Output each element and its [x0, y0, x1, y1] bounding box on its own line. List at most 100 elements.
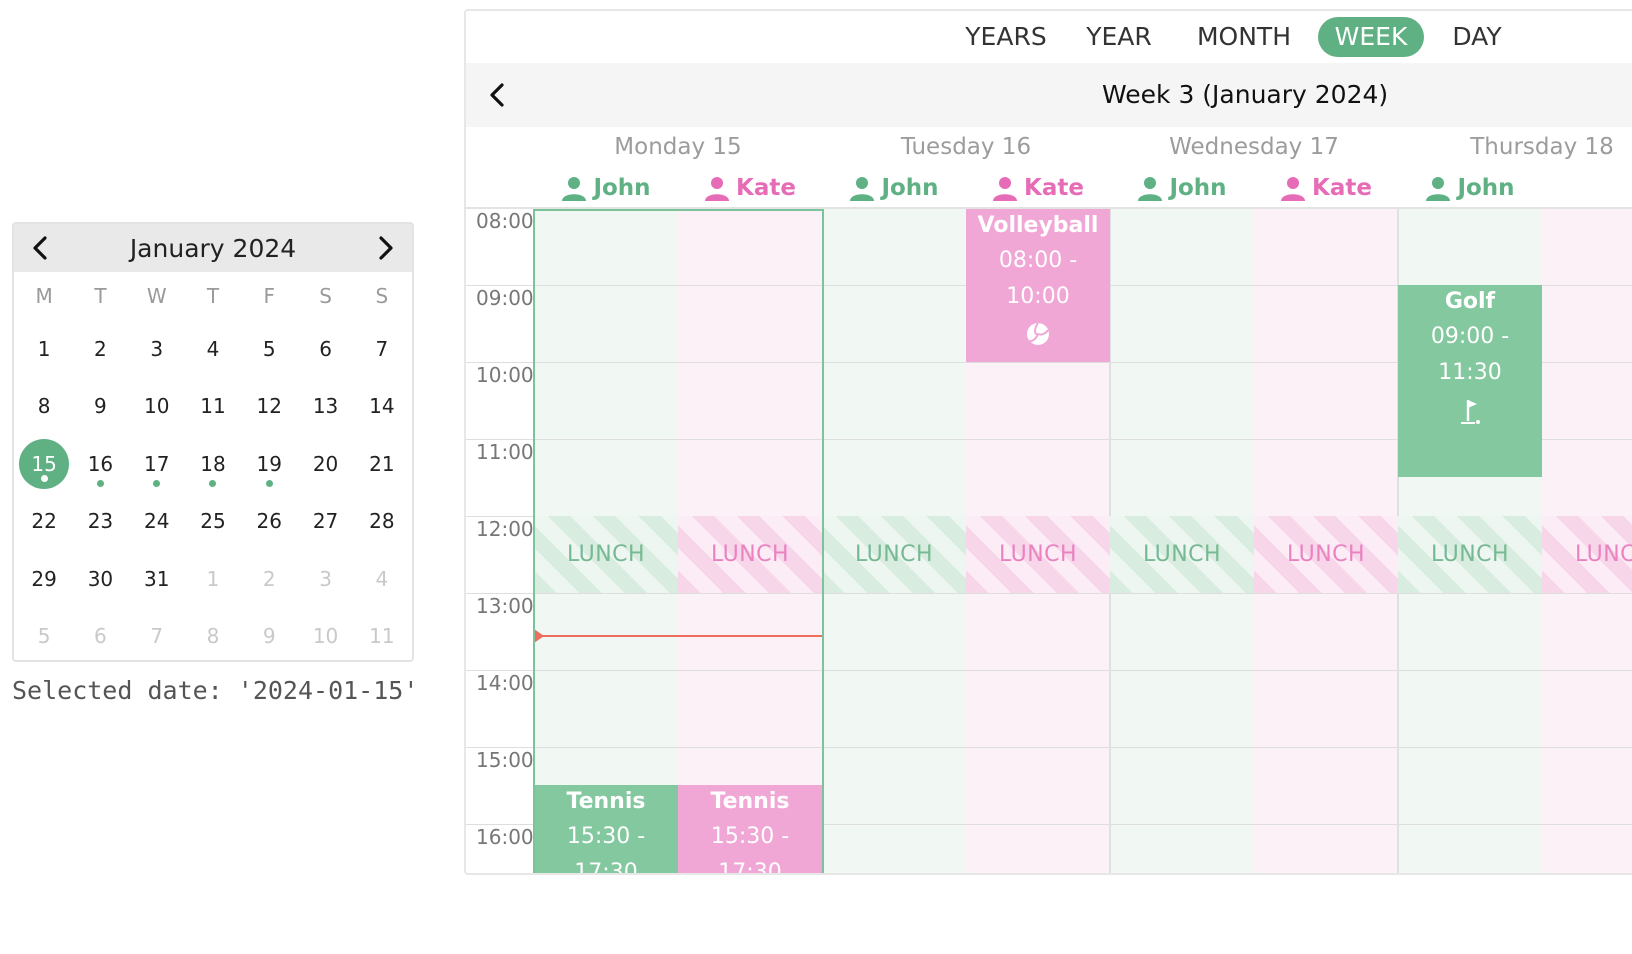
mini-calendar-day[interactable]: 31: [129, 550, 185, 608]
mini-calendar-day[interactable]: 30: [72, 550, 128, 608]
mini-calendar-day[interactable]: 7: [354, 320, 410, 378]
time-label: 13:00: [476, 594, 534, 618]
mini-calendar-day[interactable]: 19: [241, 435, 297, 493]
mini-calendar-day[interactable]: 4: [185, 320, 241, 378]
mini-calendar-day[interactable]: 5: [16, 608, 72, 661]
mini-calendar-day[interactable]: 26: [241, 493, 297, 551]
next-month-button[interactable]: [360, 224, 412, 272]
mini-calendar-day[interactable]: 3: [129, 320, 185, 378]
mini-calendar-day[interactable]: 18: [185, 435, 241, 493]
event-title: Tennis: [566, 789, 646, 814]
mini-calendar-day-selected[interactable]: 15: [16, 435, 72, 493]
mini-calendar-day[interactable]: 10: [129, 378, 185, 436]
day-number: 9: [94, 394, 107, 419]
mini-calendar-day[interactable]: 1: [16, 320, 72, 378]
hour-line: [466, 593, 1632, 594]
mini-calendar-day[interactable]: 9: [241, 608, 297, 661]
mini-calendar-day[interactable]: 8: [16, 378, 72, 436]
current-time-line: [534, 635, 822, 637]
person-header-kate: Kate: [678, 171, 822, 205]
mini-calendar-day[interactable]: 6: [72, 608, 128, 661]
mini-calendar-day[interactable]: 16: [72, 435, 128, 493]
mini-calendar-day[interactable]: 4: [354, 550, 410, 608]
day-number: 13: [312, 394, 339, 419]
lunch-block: LUNCH: [1110, 516, 1254, 593]
view-years-button[interactable]: YEARS: [956, 17, 1056, 57]
event-dot: [40, 474, 48, 482]
mini-calendar-day[interactable]: 11: [185, 378, 241, 436]
mini-calendar-day[interactable]: 25: [185, 493, 241, 551]
time-label: 14:00: [476, 671, 534, 695]
view-day-button[interactable]: DAY: [1444, 17, 1510, 57]
day-number: 23: [87, 509, 114, 534]
day-number: 17: [143, 451, 170, 476]
mini-calendar-day[interactable]: 14: [354, 378, 410, 436]
prev-week-button[interactable]: [474, 63, 520, 127]
mini-calendar-day[interactable]: 13: [297, 378, 353, 436]
day-number: 8: [37, 394, 51, 419]
mini-calendar-day[interactable]: 2: [72, 320, 128, 378]
person-name: Kate: [1312, 175, 1372, 201]
day-header-monday: Monday 15: [614, 134, 742, 160]
day-number: 20: [312, 451, 339, 476]
time-label: 10:00: [476, 363, 534, 387]
mini-calendar-day[interactable]: 9: [72, 378, 128, 436]
lunch-block: LUNCH: [966, 516, 1110, 593]
view-month-button[interactable]: MONTH: [1184, 17, 1304, 57]
mini-calendar-day[interactable]: 21: [354, 435, 410, 493]
mini-calendar-day[interactable]: 23: [72, 493, 128, 551]
person-name: John: [1457, 175, 1515, 201]
mini-calendar-day[interactable]: 3: [297, 550, 353, 608]
time-label: 09:00: [476, 286, 534, 310]
mini-calendar-day[interactable]: 1: [185, 550, 241, 608]
mini-calendar-title: January 2024: [129, 233, 297, 263]
mini-calendar-day[interactable]: 22: [16, 493, 72, 551]
user-icon: [993, 177, 1018, 201]
mini-calendar-day[interactable]: 12: [241, 378, 297, 436]
day-number: 1: [206, 566, 220, 591]
day-number: 24: [143, 509, 170, 534]
mini-calendar-day[interactable]: 11: [354, 608, 410, 661]
day-number: 30: [87, 566, 114, 591]
mini-calendar-day[interactable]: 29: [16, 550, 72, 608]
weekday-label: M: [35, 284, 53, 308]
view-year-button[interactable]: YEAR: [1078, 17, 1160, 57]
event-time: 15:30 - 17:30: [710, 824, 790, 875]
lunch-block: LUNCH: [822, 516, 966, 593]
mini-calendar-day[interactable]: 2: [241, 550, 297, 608]
mini-calendar-grid: M T W T F S S 1 2 3 4 5 6 7 8 9 10 11 12 13 14 15 16 17 1…: [14, 272, 412, 661]
view-week-button[interactable]: WEEK: [1318, 17, 1424, 57]
day-header-tuesday: Tuesday 16: [900, 134, 1032, 160]
event-tennis-kate[interactable]: Tennis 15:30 - 17:30: [678, 785, 822, 875]
view-switcher: YEARS YEAR MONTH WEEK DAY: [466, 17, 1632, 57]
day-number: 14: [369, 394, 395, 419]
event-tennis-john[interactable]: Tennis 15:30 - 17:30: [534, 785, 678, 873]
day-number: 7: [375, 336, 389, 361]
mini-calendar-day[interactable]: 20: [297, 435, 353, 493]
event-time: 08:00 - 10:00: [998, 248, 1078, 309]
person-header-kate: Kate: [1254, 171, 1398, 205]
mini-calendar-day[interactable]: 5: [241, 320, 297, 378]
mini-calendar-day[interactable]: 28: [354, 493, 410, 551]
mini-calendar-day[interactable]: 10: [297, 608, 353, 661]
mini-calendar: January 2024 M T W T F S S 1 2 3 4 5 6 7 8 9 10 11…: [12, 222, 414, 662]
lunch-block: LUNCH: [1254, 516, 1398, 593]
mini-calendar-day[interactable]: 7: [129, 608, 185, 661]
mini-calendar-day[interactable]: 17: [129, 435, 185, 493]
selected-date-text: Selected date: '2024-01-15': [12, 676, 419, 705]
mini-calendar-day[interactable]: 24: [129, 493, 185, 551]
day-number: 10: [143, 394, 170, 419]
event-volleyball[interactable]: Volleyball 08:00 - 10:00: [966, 209, 1110, 362]
user-icon: [705, 177, 730, 201]
mini-calendar-day[interactable]: 6: [297, 320, 353, 378]
prev-month-button[interactable]: [14, 224, 66, 272]
event-dot: [209, 479, 217, 487]
time-label: 11:00: [476, 440, 534, 464]
person-name: Kate: [1024, 175, 1084, 201]
mini-calendar-day[interactable]: 27: [297, 493, 353, 551]
weekday-label: T: [94, 284, 107, 308]
event-golf[interactable]: Golf 09:00 - 11:30: [1398, 285, 1542, 477]
time-grid: 08:00 09:00 10:00 11:00 12:00 13:00 14:0…: [466, 209, 1632, 873]
event-dot: [96, 479, 104, 487]
mini-calendar-day[interactable]: 8: [185, 608, 241, 661]
